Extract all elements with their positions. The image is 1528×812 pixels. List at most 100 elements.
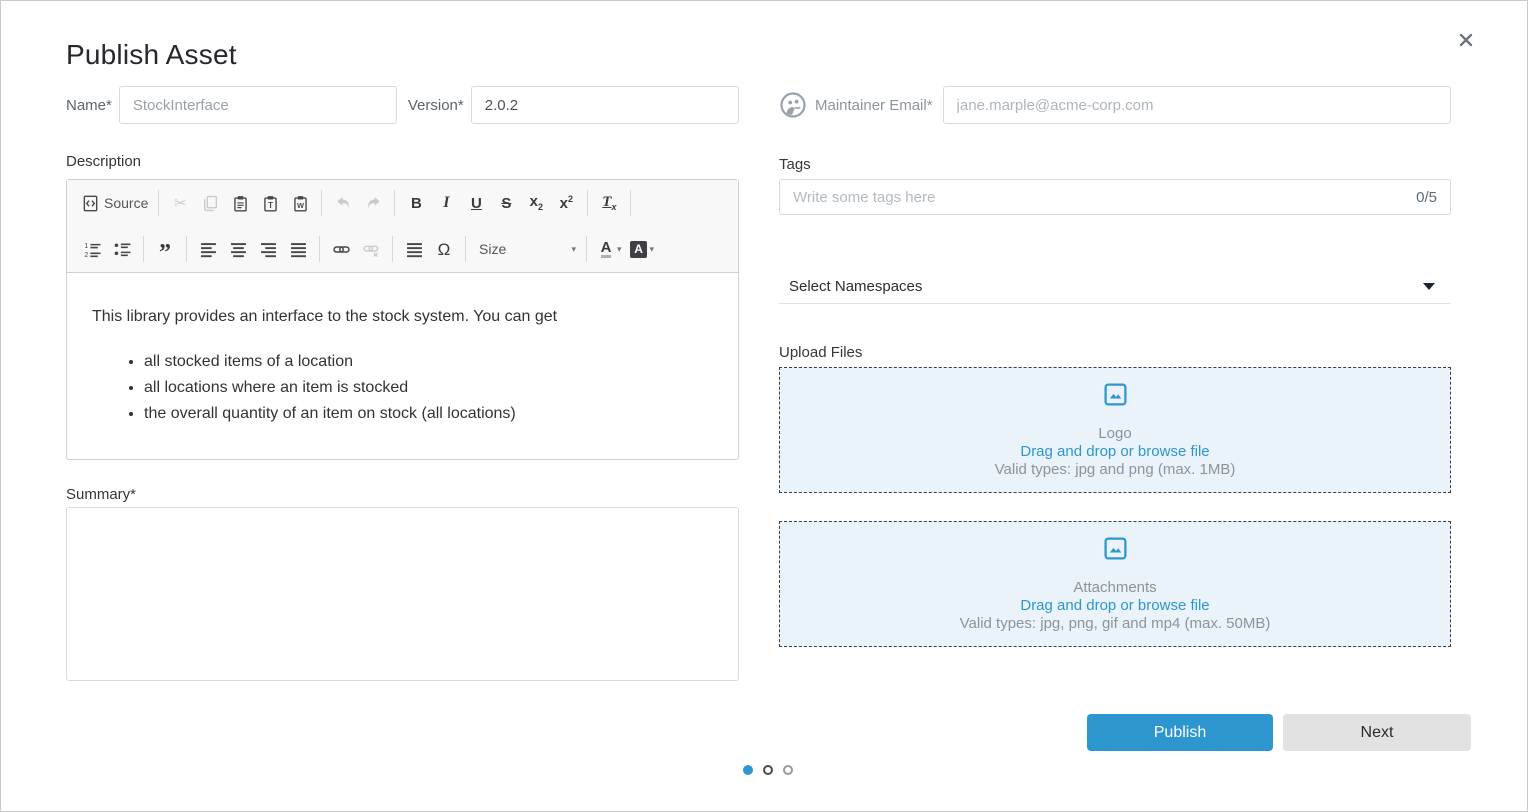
page-title: Publish Asset <box>66 39 237 71</box>
cut-button[interactable]: ✂ <box>166 189 194 217</box>
text-color-button[interactable]: A▾ <box>594 235 625 263</box>
remove-format-button[interactable]: Tx <box>595 189 623 217</box>
undo-icon <box>334 194 352 212</box>
editor-toolbar-row-1: Source ✂ T W BIUSx2 x2 Tx <box>77 182 728 224</box>
copy-icon <box>201 194 219 212</box>
select-namespaces-label: Select Namespaces <box>789 278 1423 295</box>
svg-text:T: T <box>268 201 273 210</box>
paste-text-icon: T <box>261 194 279 212</box>
underline-button[interactable]: U <box>462 189 490 217</box>
cut-icon: ✂ <box>171 194 189 212</box>
special-char-button[interactable]: Ω <box>430 235 458 263</box>
chevron-down-icon: ▾ <box>571 244 576 255</box>
upload-files-label: Upload Files <box>779 344 862 361</box>
maintainer-email-input[interactable] <box>943 86 1451 124</box>
redo-button[interactable] <box>359 189 387 217</box>
align-right-icon <box>259 240 277 258</box>
summary-textarea[interactable] <box>66 507 739 681</box>
bulleted-list-button[interactable] <box>108 235 136 263</box>
toolbar-separator <box>630 190 631 216</box>
paste-button[interactable] <box>226 189 254 217</box>
blockquote-icon: ” <box>156 240 174 258</box>
source-icon <box>81 194 99 212</box>
description-bullet: the overall quantity of an item on stock… <box>144 401 713 427</box>
select-namespaces-dropdown[interactable]: Select Namespaces <box>779 269 1451 304</box>
subscript-icon: x2 <box>527 194 545 212</box>
paste-word-icon: W <box>291 194 309 212</box>
pagination-dot-2[interactable] <box>763 765 773 775</box>
next-button[interactable]: Next <box>1283 714 1471 751</box>
unlink-button[interactable] <box>357 235 385 263</box>
subscript-button[interactable]: x2 <box>522 189 550 217</box>
link-button[interactable] <box>327 235 355 263</box>
bulleted-list-icon <box>113 240 131 258</box>
toolbar-separator <box>587 190 588 216</box>
align-right-button[interactable] <box>254 235 282 263</box>
underline-icon: U <box>467 194 485 212</box>
version-input[interactable] <box>471 86 739 124</box>
align-left-button[interactable] <box>194 235 222 263</box>
redo-icon <box>364 194 382 212</box>
align-left-icon <box>199 240 217 258</box>
size-dropdown[interactable]: Size▾ <box>473 235 579 263</box>
browse-file-link[interactable]: Drag and drop or browse file <box>1020 443 1209 461</box>
align-justify-icon <box>289 240 307 258</box>
div-container-button[interactable] <box>400 235 428 263</box>
pagination-dot-3[interactable] <box>783 765 793 775</box>
dropzone-hint: Valid types: jpg and png (max. 1MB) <box>995 461 1236 479</box>
align-justify-button[interactable] <box>284 235 312 263</box>
undo-button[interactable] <box>329 189 357 217</box>
dropzone-hint: Valid types: jpg, png, gif and mp4 (max.… <box>960 615 1271 633</box>
chevron-down-icon: ▾ <box>650 244 655 255</box>
description-editor: Source✂TWBIUSx2x2Tx 12”ΩSize▾A▾A▾ This l… <box>66 179 739 460</box>
toolbar-separator <box>465 236 466 262</box>
blockquote-button[interactable]: ” <box>151 235 179 263</box>
toolbar-separator <box>586 236 587 262</box>
paste-word-button[interactable]: W <box>286 189 314 217</box>
publish-button[interactable]: Publish <box>1087 714 1273 751</box>
toolbar-separator <box>158 190 159 216</box>
name-label: Name* <box>66 97 112 114</box>
italic-button[interactable]: I <box>432 189 460 217</box>
description-intro: This library provides an interface to th… <box>92 306 713 328</box>
superscript-icon: x2 <box>557 194 575 212</box>
description-bullet: all locations where an item is stocked <box>144 375 713 401</box>
publish-asset-dialog: Publish Asset Name* Version* Maintainer … <box>0 0 1528 812</box>
numbered-list-button[interactable]: 12 <box>78 235 106 263</box>
browse-file-link[interactable]: Drag and drop or browse file <box>1020 597 1209 615</box>
strikethrough-icon: S <box>497 194 515 212</box>
pagination-dot-1[interactable] <box>743 765 753 775</box>
special-char-icon: Ω <box>435 240 453 258</box>
attachments-dropzone[interactable]: Attachments Drag and drop or browse file… <box>779 521 1451 647</box>
chevron-down-icon <box>1423 283 1435 290</box>
superscript-button[interactable]: x2 <box>552 189 580 217</box>
svg-text:W: W <box>297 201 304 210</box>
bg-color-button[interactable]: A▾ <box>627 235 658 263</box>
description-label: Description <box>66 153 141 170</box>
name-input[interactable] <box>119 86 397 124</box>
tags-label: Tags <box>779 156 811 173</box>
source-button[interactable]: Source <box>78 189 151 217</box>
paste-icon <box>231 194 249 212</box>
copy-button[interactable] <box>196 189 224 217</box>
image-icon <box>1102 381 1129 413</box>
tags-field: 0/5 <box>779 179 1451 215</box>
div-container-icon <box>405 240 423 258</box>
bold-button[interactable]: B <box>402 189 430 217</box>
align-center-icon <box>229 240 247 258</box>
align-center-button[interactable] <box>224 235 252 263</box>
strikethrough-button[interactable]: S <box>492 189 520 217</box>
svg-text:2: 2 <box>84 251 88 257</box>
paste-text-button[interactable]: T <box>256 189 284 217</box>
editor-toolbar-row-2: 12”ΩSize▾A▾A▾ <box>77 228 728 270</box>
maintainer-avatar-icon <box>779 91 807 119</box>
toolbar-separator <box>321 190 322 216</box>
link-icon <box>332 240 350 258</box>
close-button[interactable] <box>1455 31 1477 53</box>
logo-dropzone[interactable]: Logo Drag and drop or browse file Valid … <box>779 367 1451 493</box>
description-editor-content[interactable]: This library provides an interface to th… <box>67 273 738 459</box>
toolbar-button-label: Size <box>479 241 569 257</box>
dropzone-title: Logo <box>1098 425 1131 443</box>
tags-input[interactable] <box>793 189 1406 206</box>
bold-icon: B <box>407 194 425 212</box>
